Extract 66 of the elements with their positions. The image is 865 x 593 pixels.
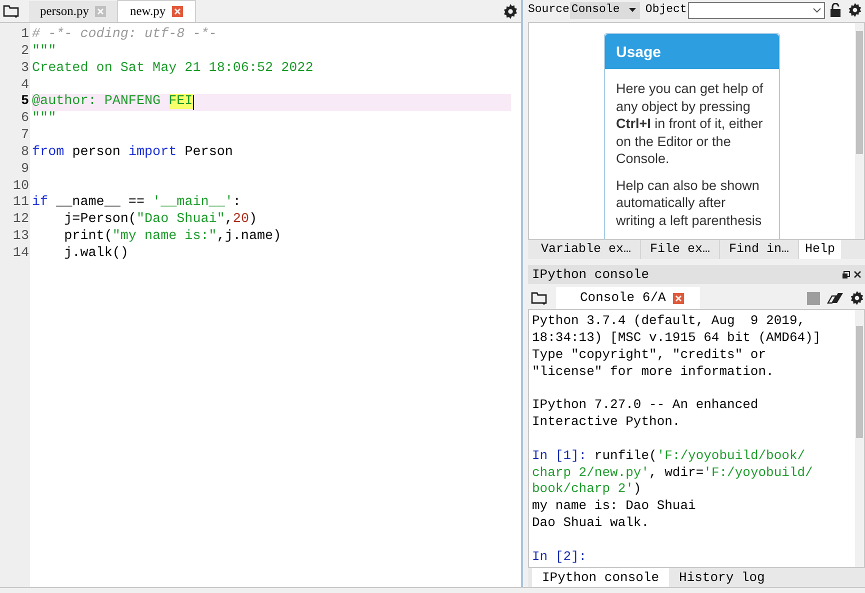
console-line: book/charp 2'): [532, 481, 642, 496]
code-line: # -*- coding: utf-8 -*-: [32, 27, 217, 44]
help-paragraph: Here you can get help of any object by pressing Ctrl+I in front of it, either on the Editor or the Console.: [616, 80, 764, 168]
code-line: """: [32, 44, 56, 61]
code-line: j.walk(): [63, 246, 128, 263]
console-line: Type "copyright", "credits" or: [532, 346, 766, 362]
folder-icon[interactable]: [531, 291, 547, 305]
code-line: """: [32, 111, 56, 128]
pane-tab[interactable]: Help: [799, 240, 842, 259]
pane-tab[interactable]: File ex…: [641, 240, 720, 259]
code-line: if __name__ == '__main__':: [32, 195, 241, 212]
line-number: 3: [20, 60, 29, 78]
line-number: 4: [20, 78, 29, 94]
eraser-icon[interactable]: [827, 292, 843, 304]
editor-tab[interactable]: person.py: [29, 1, 117, 22]
card-title: Usage: [605, 34, 779, 69]
editor-tab[interactable]: new.py: [116, 0, 196, 22]
line-number: 11: [12, 195, 29, 212]
object-combobox[interactable]: [688, 2, 825, 18]
line-number: 7: [20, 128, 29, 145]
console-line: IPython 7.27.0 -- An enhanced: [532, 397, 758, 412]
line-number: 2: [20, 44, 29, 61]
line-number: 6: [20, 111, 29, 128]
line-number: 14: [12, 246, 29, 263]
help-paragraph: Help can also be shown automatically after writing a left parenthesis: [616, 176, 763, 229]
line-number: 13: [12, 229, 29, 246]
console-line: Python 3.7.4 (default, Aug 9 2019,: [532, 313, 806, 328]
text-cursor: [192, 95, 194, 110]
code-line: print("my name is:",j.name): [63, 229, 282, 246]
undock-icon[interactable]: [842, 270, 850, 278]
code-line: @author: PANFENG FEI: [32, 94, 193, 111]
line-number: 12: [12, 212, 29, 230]
source-label: Source: [528, 2, 570, 18]
pane-tab[interactable]: Variable ex…: [532, 240, 642, 259]
settings-icon[interactable]: [848, 3, 862, 17]
line-number: 9: [20, 162, 29, 179]
scrollbar[interactable]: [855, 310, 864, 567]
console-tab[interactable]: Console 6/A: [556, 287, 700, 309]
unlocked-padlock-icon[interactable]: [830, 3, 841, 17]
object-label: Object: [645, 2, 687, 18]
code-line: from person import Person: [32, 144, 233, 162]
console-line: In [2]:: [532, 548, 587, 564]
line-number: 1: [20, 27, 29, 44]
code-line: j=Person("Dao Shuai",20): [63, 212, 258, 229]
console-line: In [1]: runfile('F:/yoyobuild/book/: [532, 448, 806, 463]
console-line: "license" for more information.: [532, 364, 774, 379]
caret-icon: [629, 8, 636, 12]
code-line: Created on Sat May 21 18:06:52 2022: [32, 60, 314, 78]
console-line: my name is: Dao Shuai: [532, 498, 696, 514]
folder-icon[interactable]: [3, 4, 19, 18]
pane-title: IPython console: [532, 266, 650, 284]
close-icon[interactable]: [854, 271, 861, 278]
pane-tab[interactable]: IPython console: [532, 568, 670, 587]
console-line: charp 2/new.py', wdir='F:/yoyobuild/: [532, 464, 813, 480]
console-line: Interactive Python.: [532, 414, 680, 430]
settings-icon[interactable]: [850, 291, 864, 305]
source-dropdown[interactable]: Console: [570, 2, 640, 18]
console-line: Dao Shuai walk.: [532, 515, 650, 530]
console-line: 18:34:13) [MSC v.1915 64 bit (AMD64)]: [532, 330, 821, 345]
scrollbar[interactable]: [855, 23, 864, 239]
line-number: 5: [20, 94, 29, 112]
pane-tab[interactable]: History log: [669, 568, 775, 587]
line-number: 10: [12, 178, 29, 196]
chevron-icon: [812, 8, 821, 12]
settings-icon[interactable]: [503, 4, 518, 19]
line-number: 8: [20, 144, 29, 162]
